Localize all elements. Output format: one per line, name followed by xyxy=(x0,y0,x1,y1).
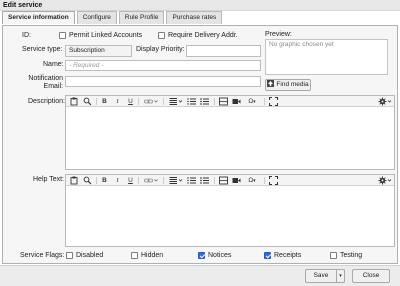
bullet-list-icon[interactable] xyxy=(200,176,209,185)
id-label: ID: xyxy=(22,32,31,39)
flag-hidden-label: Hidden xyxy=(141,252,164,259)
preview-label: Preview: xyxy=(265,31,292,38)
toolbar-divider xyxy=(214,98,215,105)
align-icon[interactable] xyxy=(169,176,183,185)
service-flags-label: Service Flags: xyxy=(20,252,65,259)
chevron-down-icon: ▾ xyxy=(339,273,342,279)
find-media-button[interactable]: Find media xyxy=(265,79,311,91)
copy-icon[interactable] xyxy=(70,97,79,106)
tab-rule-profile[interactable]: Rule Profile xyxy=(118,11,165,24)
numbered-list-icon[interactable] xyxy=(187,97,196,106)
save-options-dropdown[interactable]: ▾ xyxy=(336,269,345,283)
flag-receipts-label: Receipts xyxy=(274,252,302,259)
video-icon[interactable] xyxy=(232,97,241,106)
preview-image-box: No graphic chosen yet xyxy=(265,39,388,75)
special-character-button[interactable]: Ω▾ xyxy=(245,176,259,185)
flag-hidden-checkbox[interactable] xyxy=(131,252,138,259)
tab-purchase-rates[interactable]: Purchase rates xyxy=(166,11,223,24)
description-text-area[interactable] xyxy=(66,108,394,169)
display-priority-label: Display Priority: xyxy=(136,46,185,53)
table-icon[interactable] xyxy=(219,176,228,185)
require-delivery-checkbox[interactable] xyxy=(158,32,165,39)
link-icon[interactable] xyxy=(144,97,158,106)
gear-icon[interactable] xyxy=(378,176,392,185)
service-type-field[interactable]: Subscription xyxy=(65,45,132,57)
underline-button[interactable]: U xyxy=(127,97,134,106)
italic-button[interactable]: I xyxy=(114,97,121,106)
toolbar-divider xyxy=(163,177,164,184)
align-icon[interactable] xyxy=(169,97,183,106)
tab-configure[interactable]: Configure xyxy=(76,11,117,24)
description-toolbar: B I U Ω▾ xyxy=(66,96,394,107)
special-character-button[interactable]: Ω▾ xyxy=(245,97,259,106)
toolbar-divider xyxy=(138,177,139,184)
flag-testing-label: Testing xyxy=(340,252,363,259)
flag-disabled-checkbox[interactable] xyxy=(66,252,73,259)
permit-linked-label: Permit Linked Accounts xyxy=(69,32,143,39)
flag-notices-label: Notices xyxy=(208,252,232,259)
table-icon[interactable] xyxy=(219,97,228,106)
underline-button[interactable]: U xyxy=(127,176,134,185)
flag-disabled-label: Disabled xyxy=(76,252,104,259)
toolbar-divider xyxy=(264,177,265,184)
require-delivery-label: Require Delivery Addr. xyxy=(168,32,238,39)
description-label: Description: xyxy=(28,98,65,105)
link-icon[interactable] xyxy=(144,176,158,185)
flag-testing-checkbox[interactable] xyxy=(330,252,337,259)
dialog-footer: Save ▾ Close xyxy=(0,265,400,286)
tab-bar: Service information Configure Rule Profi… xyxy=(2,11,223,25)
find-replace-icon[interactable] xyxy=(83,97,92,106)
gear-icon[interactable] xyxy=(378,97,392,106)
flag-notices-checkbox[interactable] xyxy=(198,252,205,259)
save-button[interactable]: Save xyxy=(305,269,337,283)
help-text-toolbar: B I U Ω▾ xyxy=(66,175,394,186)
display-priority-input[interactable] xyxy=(186,45,261,57)
bullet-list-icon[interactable] xyxy=(200,97,209,106)
copy-icon[interactable] xyxy=(70,176,79,185)
toolbar-divider xyxy=(138,98,139,105)
service-type-label: Service type: xyxy=(22,46,63,53)
italic-button[interactable]: I xyxy=(114,176,121,185)
find-media-label: Find media xyxy=(276,81,309,88)
toolbar-divider xyxy=(264,98,265,105)
toolbar-divider xyxy=(163,98,164,105)
name-label: Name: xyxy=(43,61,64,68)
toolbar-divider xyxy=(214,177,215,184)
description-editor: B I U Ω▾ xyxy=(65,95,395,170)
flag-receipts-checkbox[interactable] xyxy=(264,252,271,259)
window-title: Edit service xyxy=(0,0,400,11)
tab-service-information[interactable]: Service information xyxy=(2,11,75,24)
bold-button[interactable]: B xyxy=(101,97,108,106)
notification-email-input[interactable] xyxy=(65,76,261,87)
upload-icon xyxy=(267,79,275,87)
notification-email-label: Notification Email: xyxy=(28,75,63,90)
fullscreen-icon[interactable] xyxy=(269,97,278,106)
numbered-list-icon[interactable] xyxy=(187,176,196,185)
permit-linked-checkbox[interactable] xyxy=(59,32,66,39)
help-text-editor: B I U Ω▾ xyxy=(65,174,395,247)
toolbar-divider xyxy=(96,98,97,105)
toolbar-divider xyxy=(96,177,97,184)
help-text-label: Help Text: xyxy=(33,176,64,183)
service-information-panel: ID: Permit Linked Accounts Require Deliv… xyxy=(2,25,398,264)
preview-placeholder-text: No graphic chosen yet xyxy=(269,41,334,48)
video-icon[interactable] xyxy=(232,176,241,185)
fullscreen-icon[interactable] xyxy=(269,176,278,185)
close-button[interactable]: Close xyxy=(352,269,390,283)
name-input[interactable]: - Required - xyxy=(65,60,261,71)
find-replace-icon[interactable] xyxy=(83,176,92,185)
help-text-area[interactable] xyxy=(66,187,394,246)
bold-button[interactable]: B xyxy=(101,176,108,185)
